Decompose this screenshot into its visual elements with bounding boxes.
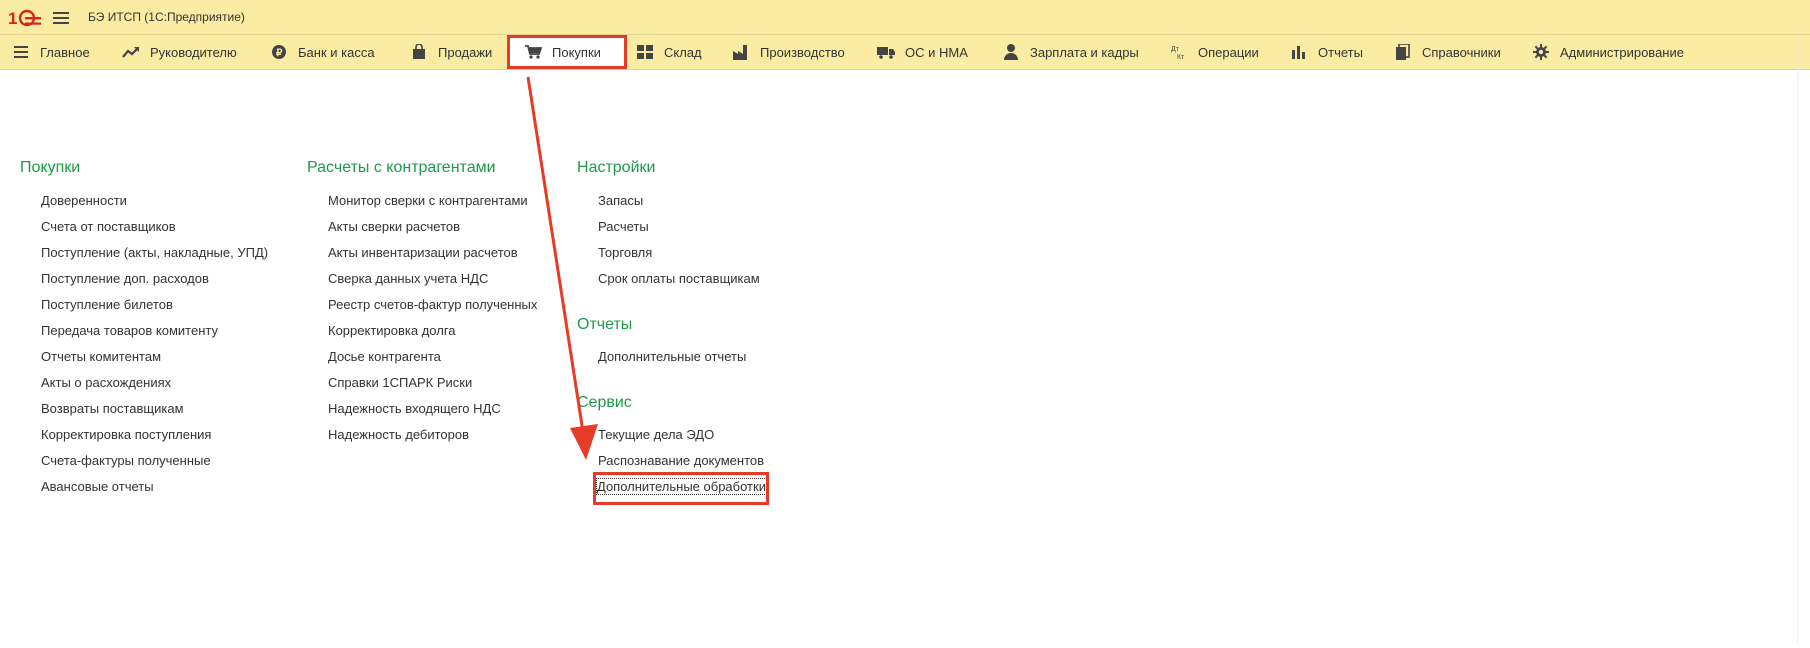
section-operations[interactable]: Дт Кт Операции: [1170, 35, 1259, 69]
main-menu-icon[interactable]: [53, 10, 69, 26]
link-item[interactable]: Акты о расхождениях: [41, 375, 171, 390]
bar-chart-icon: [1290, 43, 1308, 61]
link-item[interactable]: Расчеты: [598, 219, 649, 234]
section-label: Руководителю: [150, 44, 237, 60]
group-title-reports: Отчеты: [577, 316, 633, 333]
link-item[interactable]: Авансовые отчеты: [41, 479, 154, 494]
section-bank[interactable]: ₽ Банк и касса: [270, 35, 375, 69]
section-sales[interactable]: Продажи: [410, 35, 492, 69]
section-label: Склад: [664, 44, 702, 60]
section-label: Производство: [760, 44, 845, 60]
annotation-arrow: [526, 76, 598, 460]
title-bar: 1 БЭ ИТСП (1С:Предприятие): [0, 0, 1810, 35]
app-title: БЭ ИТСП (1С:Предприятие): [88, 10, 245, 24]
section-label: Главное: [40, 44, 90, 60]
ruble-coin-icon: ₽: [270, 43, 288, 61]
section-label: Продажи: [438, 44, 493, 60]
trend-up-icon: [122, 43, 140, 61]
right-scrollbar[interactable]: [1788, 35, 1810, 643]
link-item[interactable]: Сверка данных учета НДС: [328, 271, 488, 286]
shopping-bag-icon: [410, 43, 428, 61]
link-item[interactable]: Корректировка долга: [328, 323, 456, 338]
section-label: Отчеты: [1318, 44, 1363, 60]
svg-text:Кт: Кт: [1177, 54, 1185, 60]
svg-text:₽: ₽: [276, 48, 283, 59]
section-purchases[interactable]: Покупки: [507, 35, 627, 69]
svg-text:1: 1: [8, 9, 17, 28]
link-item[interactable]: Возвраты поставщикам: [41, 401, 184, 416]
1c-logo: 1: [8, 8, 42, 33]
section-fixed-assets[interactable]: ОС и НМА: [877, 35, 968, 69]
link-item[interactable]: Распознавание документов: [598, 453, 764, 468]
books-icon: [1394, 43, 1412, 61]
section-label: Администрирование: [1560, 44, 1684, 60]
link-item[interactable]: Передача товаров комитенту: [41, 323, 218, 338]
factory-icon: [732, 43, 750, 61]
link-item[interactable]: Счета от поставщиков: [41, 219, 176, 234]
section-panel: Главное Руководителю ₽ Банк и касса Прод…: [0, 35, 1810, 70]
link-item[interactable]: Акты инвентаризации расчетов: [328, 245, 518, 260]
link-item[interactable]: Поступление (акты, накладные, УПД): [41, 245, 268, 260]
group-title-settings: Настройки: [577, 159, 656, 176]
section-production[interactable]: Производство: [732, 35, 845, 69]
section-label: Справочники: [1422, 44, 1501, 60]
group-title-settlements: Расчеты с контрагентами: [307, 159, 496, 176]
link-item[interactable]: Корректировка поступления: [41, 427, 211, 442]
link-item[interactable]: Текущие дела ЭДО: [598, 427, 714, 442]
highlight-box: [593, 472, 769, 505]
menu-lines-icon: [12, 43, 30, 61]
group-title-service: Сервис: [577, 394, 632, 411]
section-label: Операции: [1198, 44, 1259, 60]
section-administration[interactable]: Администрирование: [1532, 35, 1684, 69]
link-item[interactable]: Торговля: [598, 245, 652, 260]
link-item[interactable]: Поступление доп. расходов: [41, 271, 209, 286]
section-label: ОС и НМА: [905, 44, 968, 60]
link-item[interactable]: Монитор сверки с контрагентами: [328, 193, 528, 208]
section-main[interactable]: Главное: [12, 35, 90, 69]
link-item[interactable]: Досье контрагента: [328, 349, 441, 364]
debit-credit-icon: Дт Кт: [1170, 43, 1188, 61]
section-label: Банк и касса: [298, 44, 375, 60]
link-item[interactable]: Счета-фактуры полученные: [41, 453, 211, 468]
section-label: Покупки: [552, 44, 601, 60]
section-catalogs[interactable]: Справочники: [1394, 35, 1501, 69]
link-item[interactable]: Отчеты комитентам: [41, 349, 161, 364]
link-item[interactable]: Доверенности: [41, 193, 127, 208]
section-payroll[interactable]: Зарплата и кадры: [1002, 35, 1139, 69]
link-item[interactable]: Надежность входящего НДС: [328, 401, 501, 416]
section-label: Зарплата и кадры: [1030, 44, 1139, 60]
person-icon: [1002, 43, 1020, 61]
link-item[interactable]: Акты сверки расчетов: [328, 219, 460, 234]
link-item[interactable]: Запасы: [598, 193, 643, 208]
section-manager[interactable]: Руководителю: [122, 35, 237, 69]
truck-icon: [877, 43, 895, 61]
link-item[interactable]: Срок оплаты поставщикам: [598, 271, 760, 286]
warehouse-grid-icon: [636, 43, 654, 61]
group-title-purchases: Покупки: [20, 159, 81, 176]
link-item[interactable]: Поступление билетов: [41, 297, 173, 312]
svg-text:Дт: Дт: [1171, 46, 1180, 53]
link-item[interactable]: Надежность дебиторов: [328, 427, 469, 442]
link-item[interactable]: Реестр счетов-фактур полученных: [328, 297, 537, 312]
gear-icon: [1532, 43, 1550, 61]
section-reports[interactable]: Отчеты: [1290, 35, 1363, 69]
shopping-cart-icon: [524, 43, 542, 61]
link-item[interactable]: Дополнительные отчеты: [598, 349, 746, 364]
section-warehouse[interactable]: Склад: [636, 35, 702, 69]
link-item[interactable]: Справки 1СПАРК Риски: [328, 375, 472, 390]
